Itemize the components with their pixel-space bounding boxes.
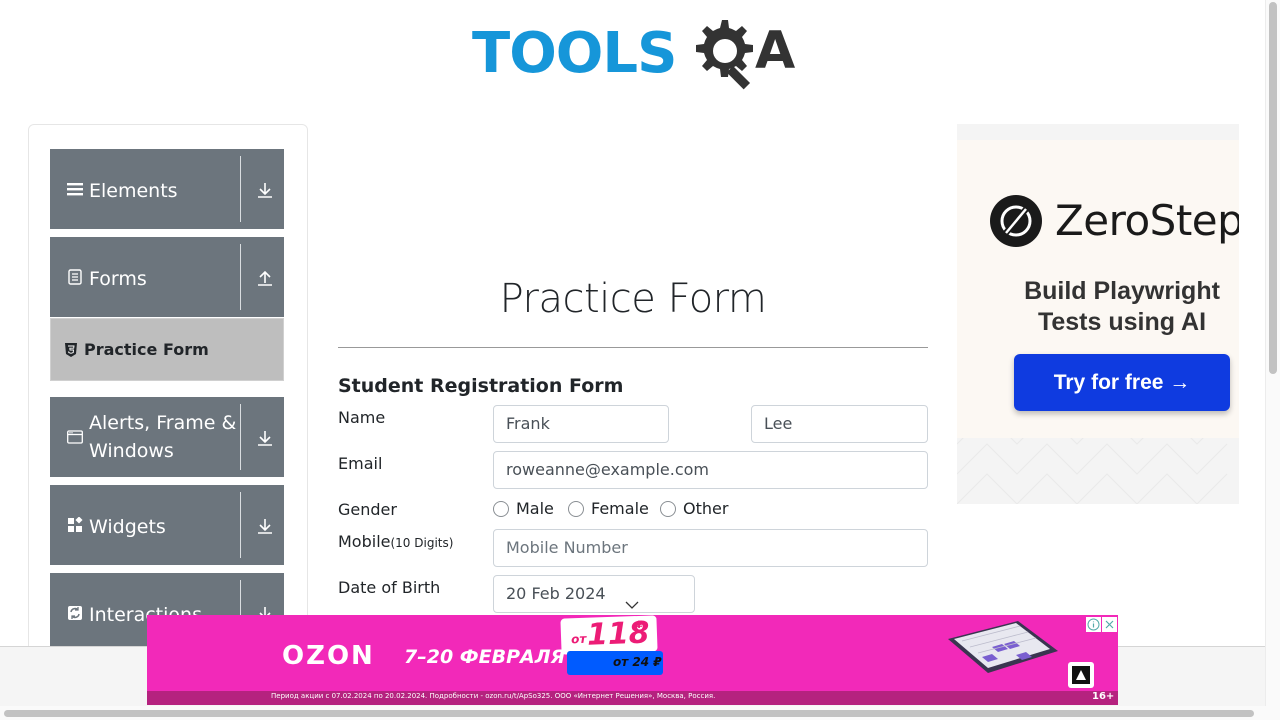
- gender-radio-male[interactable]: [493, 501, 509, 517]
- email-label: Email: [338, 454, 383, 473]
- ozon-price-tag: от 118 ₽: [560, 615, 658, 655]
- sidebar-group-label: Forms: [89, 268, 147, 290]
- sidebar-group-forms[interactable]: Forms: [50, 237, 284, 317]
- info-icon[interactable]: [1086, 617, 1101, 632]
- widgets-icon: [68, 517, 83, 532]
- sidebar-group-widgets[interactable]: Widgets: [50, 485, 284, 565]
- toolsqa-logo[interactable]: TOOLS A: [472, 14, 798, 92]
- sidebar-group-label: Elements: [89, 180, 178, 202]
- logo-text: TOOLS: [472, 21, 677, 86]
- dob-input[interactable]: 20 Feb 2024: [493, 575, 695, 613]
- divider: [338, 347, 928, 348]
- gender-radio-female[interactable]: [568, 501, 584, 517]
- gender-label: Gender: [338, 500, 397, 519]
- vertical-scrollbar[interactable]: [1265, 0, 1280, 706]
- svg-text:A: A: [755, 21, 795, 81]
- sidebar-group-elements[interactable]: Elements: [50, 149, 284, 229]
- ozon-sub-price: от 24 ₽: [567, 651, 663, 675]
- email-input[interactable]: roweanne@example.com: [493, 451, 928, 489]
- ad-card: ZeroStep Build Playwright Tests using AI…: [957, 140, 1239, 438]
- sidebar-group-label: Alerts, Frame & Windows: [89, 412, 237, 462]
- gender-radio-other[interactable]: [660, 501, 676, 517]
- window-icon: [67, 430, 83, 444]
- download-icon[interactable]: [255, 516, 275, 536]
- sidebar-item-practice-form[interactable]: Practice Form: [50, 318, 284, 381]
- download-icon[interactable]: [255, 180, 275, 200]
- chevron-down-icon: [625, 601, 639, 609]
- interactions-icon: [68, 606, 82, 620]
- dob-label: Date of Birth: [338, 578, 441, 597]
- upload-icon[interactable]: [255, 268, 275, 288]
- keyboard-image: [948, 621, 1058, 673]
- zerostep-logo-icon: [990, 195, 1042, 247]
- price-from: от: [570, 631, 587, 647]
- download-icon[interactable]: [255, 428, 275, 448]
- gear-magnifier-icon: A: [696, 20, 795, 90]
- price-currency: ₽: [636, 619, 644, 632]
- document-icon: [68, 269, 82, 285]
- ad-brand: ZeroStep: [1055, 196, 1239, 245]
- age-rating: 16+: [1092, 691, 1115, 702]
- sidebar-item-label: Practice Form: [84, 340, 209, 359]
- form-heading: Student Registration Form: [338, 375, 624, 397]
- ozon-footer: Период акции с 07.02.2024 по 20.02.2024.…: [147, 691, 1118, 705]
- gender-label-male[interactable]: Male: [516, 499, 554, 519]
- divider: [240, 156, 241, 222]
- mobile-input[interactable]: Mobile Number: [493, 529, 928, 567]
- divider: [240, 492, 241, 558]
- first-name-input[interactable]: Frank: [493, 405, 669, 443]
- zerostep-ad[interactable]: ZeroStep Build Playwright Tests using AI…: [957, 124, 1239, 504]
- horizontal-scrollbar[interactable]: [0, 706, 1280, 720]
- ozon-ad-banner[interactable]: OZON 7–20 ФЕВРАЛЯ от 118 ₽ от 24 ₽ Перио…: [147, 615, 1118, 705]
- ozon-logo: OZON: [282, 641, 375, 671]
- qr-icon: [1068, 662, 1094, 688]
- sidebar-group-alerts[interactable]: Alerts, Frame & Windows: [50, 397, 284, 477]
- mobile-label-text: Mobile: [338, 532, 391, 551]
- close-icon[interactable]: [1102, 617, 1117, 632]
- scrollbar-thumb[interactable]: [4, 710, 1254, 717]
- gender-label-female[interactable]: Female: [591, 499, 649, 519]
- gender-label-other[interactable]: Other: [683, 499, 728, 519]
- page-title: Practice Form: [499, 276, 767, 322]
- sidebar-group-label: Widgets: [89, 516, 166, 538]
- name-label: Name: [338, 408, 386, 427]
- divider: [240, 404, 241, 470]
- html5-icon: [65, 343, 77, 357]
- ozon-dates: 7–20 ФЕВРАЛЯ: [404, 646, 566, 668]
- scrollbar-thumb[interactable]: [1269, 2, 1277, 374]
- sidebar: Elements Forms Practice Form Alerts, Fra…: [28, 124, 308, 664]
- try-free-button[interactable]: Try for free →: [1014, 354, 1230, 411]
- divider: [240, 244, 241, 310]
- mobile-label: Mobile(10 Digits): [338, 532, 453, 553]
- hamburger-icon: [67, 183, 83, 196]
- fine-print: Период акции с 07.02.2024 по 20.02.2024.…: [271, 692, 716, 700]
- sub-price-text: от 24 ₽: [613, 655, 662, 669]
- mobile-hint: (10 Digits): [390, 536, 454, 550]
- last-name-input[interactable]: Lee: [751, 405, 928, 443]
- ad-tagline: Build Playwright Tests using AI: [1024, 277, 1220, 336]
